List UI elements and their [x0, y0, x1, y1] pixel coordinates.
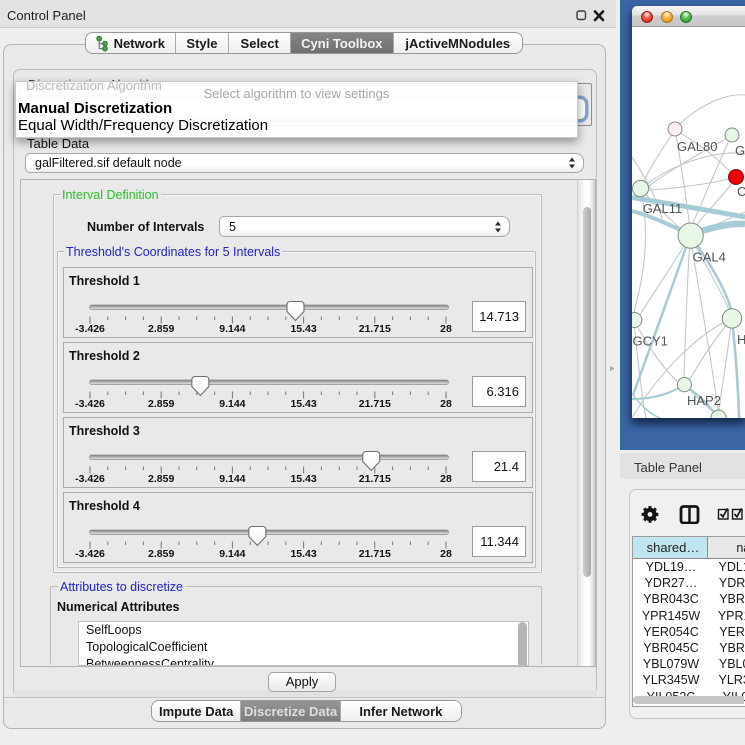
svg-text:2.859: 2.859 — [148, 473, 174, 485]
svg-text:9.144: 9.144 — [219, 323, 245, 335]
svg-text:-3.426: -3.426 — [75, 398, 105, 410]
svg-text:15.43: 15.43 — [290, 323, 316, 335]
svg-text:9.144: 9.144 — [219, 473, 245, 485]
svg-text:2.859: 2.859 — [148, 398, 174, 410]
svg-text:GCY1: GCY1 — [633, 334, 668, 349]
svg-text:21.715: 21.715 — [359, 398, 391, 410]
svg-text:15.43: 15.43 — [290, 398, 316, 410]
svg-text:28: 28 — [440, 323, 452, 335]
svg-text:21.715: 21.715 — [359, 473, 391, 485]
svg-text:2.859: 2.859 — [148, 548, 174, 560]
svg-text:-3.426: -3.426 — [75, 548, 105, 560]
svg-text:-3.426: -3.426 — [75, 473, 105, 485]
svg-text:15.43: 15.43 — [290, 548, 316, 560]
svg-text:-3.426: -3.426 — [75, 323, 105, 335]
svg-text:H: H — [737, 332, 745, 347]
svg-text:9.144: 9.144 — [219, 548, 245, 560]
svg-text:9.144: 9.144 — [219, 398, 245, 410]
svg-text:21.715: 21.715 — [359, 323, 391, 335]
svg-text:15.43: 15.43 — [290, 473, 316, 485]
svg-text:28: 28 — [440, 473, 452, 485]
svg-text:21.715: 21.715 — [359, 548, 391, 560]
svg-text:2.859: 2.859 — [148, 323, 174, 335]
svg-text:C: C — [737, 184, 745, 199]
svg-text:GAL4: GAL4 — [693, 250, 726, 265]
svg-text:28: 28 — [440, 398, 452, 410]
svg-text:HAP2: HAP2 — [687, 393, 721, 408]
svg-text:GAL11: GAL11 — [643, 201, 683, 216]
svg-text:28: 28 — [440, 548, 452, 560]
svg-text:GAL80: GAL80 — [677, 139, 717, 154]
svg-text:G: G — [735, 143, 745, 158]
